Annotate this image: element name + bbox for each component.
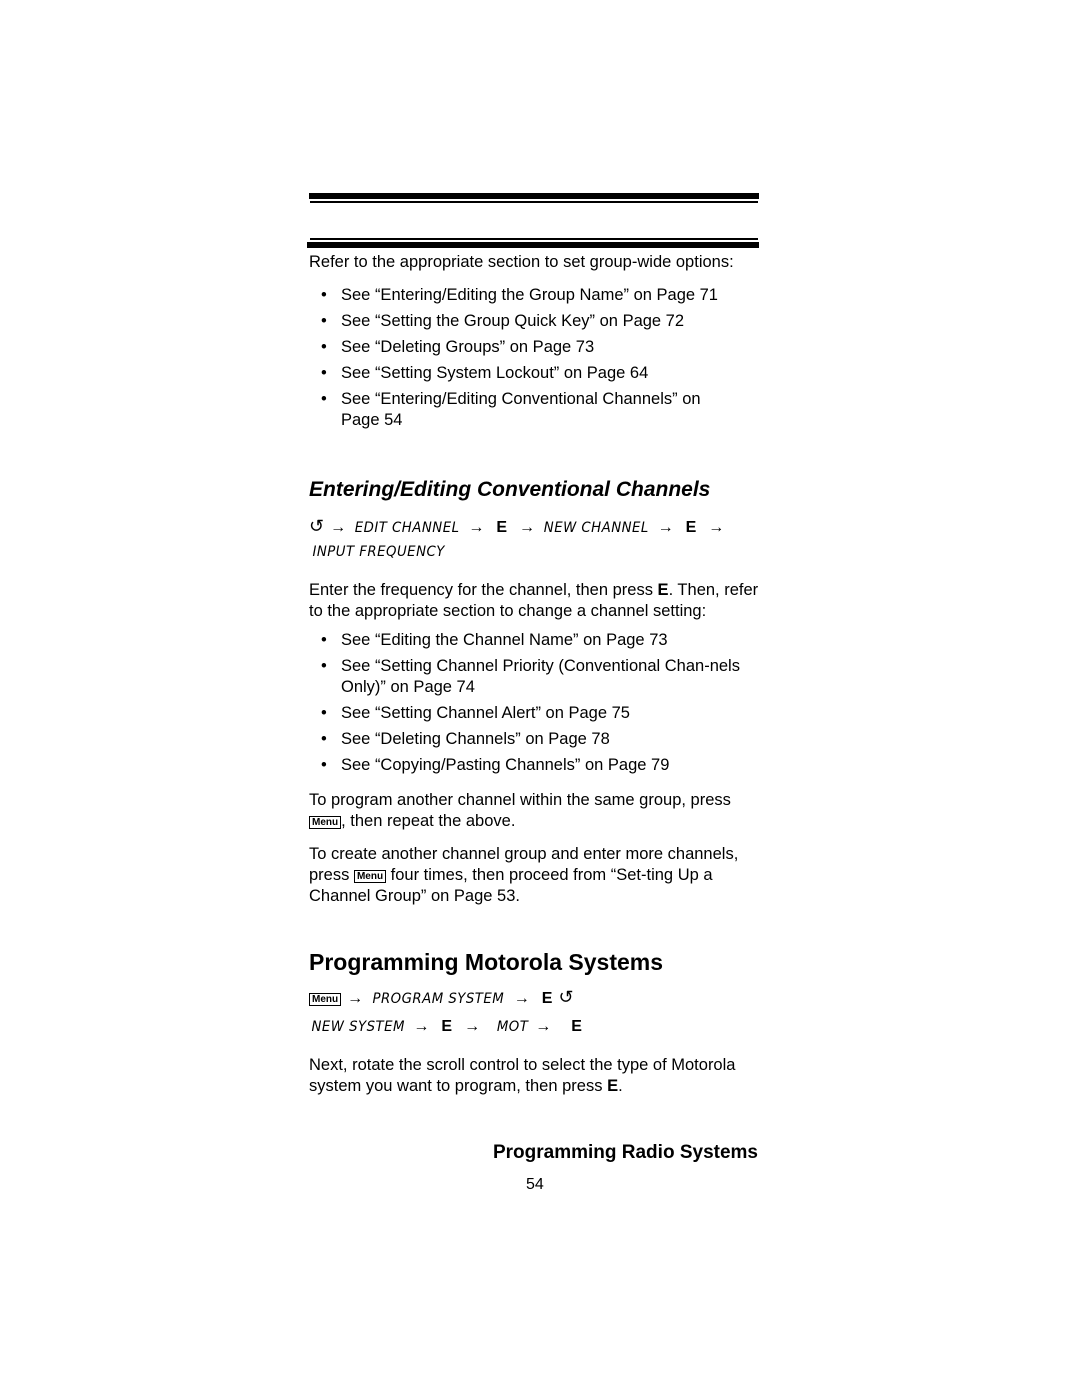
list-item: • See “Setting the Group Quick Key” on Pa…	[321, 312, 685, 330]
bullet-icon: •	[321, 657, 327, 675]
bullet-icon: •	[321, 286, 327, 304]
footer-chapter-title: Programming Radio Systems	[492, 1142, 758, 1163]
section-motorola-systems: Programming Motorola Systems Menu → PROGRA…	[309, 949, 759, 1097]
arrow-icon: →	[330, 519, 347, 536]
header-rule-thick	[309, 193, 759, 199]
list-item: • See “Setting System Lockout” on Page 64	[321, 364, 649, 382]
intro-text: Refer to the appropriate section to set …	[309, 253, 734, 271]
e-key: E	[685, 519, 697, 536]
arrow-icon: →	[657, 519, 674, 536]
e-key-inline: E	[657, 581, 669, 599]
intro-section: Refer to the appropriate section to set …	[309, 252, 759, 431]
arrow-icon: →	[347, 990, 364, 1007]
bullet-icon: •	[321, 756, 327, 774]
list-item: • See “Deleting Channels” on Page 78	[321, 730, 610, 748]
section-conventional-channels: Entering/Editing Conventional Channels ↺…	[309, 478, 759, 907]
list-item: • See “Deleting Groups” on Page 73	[321, 338, 595, 356]
channel-bullet-list: • See “Editing the Channel Name” on Page …	[309, 630, 759, 776]
section-body: Enter the frequency for the channel, the…	[309, 581, 759, 620]
paragraph-repeat: To program another channel within the sa…	[309, 791, 731, 830]
header-rule-thin	[310, 201, 758, 203]
section-heading: Entering/Editing Conventional Channels	[309, 478, 711, 501]
bullet-icon: •	[321, 631, 327, 649]
rotate-icon: ↺	[558, 987, 574, 1007]
bullet-icon: •	[321, 704, 327, 722]
arrow-icon: →	[464, 1018, 481, 1035]
lcd-step: NEW SYSTEM	[311, 1019, 405, 1035]
menu-key-icon: Menu	[309, 816, 342, 829]
lcd-step: MOT	[496, 1019, 529, 1035]
menu-key-icon: Menu	[309, 993, 342, 1006]
rotate-icon: ↺	[309, 516, 325, 536]
list-item: • See “Entering/Editing the Group Name” o…	[321, 286, 718, 304]
lcd-step: PROGRAM SYSTEM	[372, 991, 505, 1007]
e-key: E	[571, 1018, 582, 1035]
arrow-icon: →	[468, 519, 485, 536]
lcd-step: EDIT CHANNEL	[354, 520, 460, 536]
arrow-icon: →	[519, 519, 535, 536]
paragraph-new-group: To create another channel group and ente…	[309, 845, 739, 905]
list-item: • See “Setting Channel Priority (Conventi…	[321, 657, 740, 696]
arrow-icon: →	[535, 1018, 552, 1035]
intro-bullet-list: • See “Entering/Editing the Group Name” o…	[309, 285, 759, 431]
bullet-icon: •	[321, 364, 327, 382]
e-key: E	[541, 990, 553, 1007]
e-key-inline: E	[607, 1077, 619, 1095]
lcd-step: INPUT FREQUENCY	[312, 544, 445, 560]
arrow-icon: →	[708, 519, 725, 536]
key-sequence: Menu → PROGRAM SYSTEM → E ↺ NEW SYSTEM → E → MOT →…	[309, 984, 759, 1041]
section-heading: Programming Motorola Systems	[309, 949, 664, 975]
header-rule-thin-lower	[310, 238, 758, 240]
list-item: • See “Copying/Pasting Channels” on Page …	[321, 756, 670, 774]
header-rule-thick-lower	[307, 242, 759, 248]
bullet-icon: •	[321, 390, 327, 408]
list-item: • See “Editing the Channel Name” on Page …	[321, 631, 668, 649]
section-body: Next, rotate the scroll control to selec…	[309, 1056, 736, 1095]
arrow-icon: →	[513, 990, 530, 1007]
list-item: • See “Entering/Editing Conventional Chan…	[321, 390, 701, 429]
menu-key-icon: Menu	[353, 870, 387, 883]
list-item: • See “Setting Channel Alert” on Page 75	[321, 704, 630, 722]
e-key: E	[441, 1018, 453, 1035]
page-number: 54	[526, 1176, 544, 1193]
bullet-icon: •	[321, 312, 327, 330]
e-key: E	[496, 519, 507, 536]
arrow-icon: →	[413, 1018, 430, 1035]
key-sequence: ↺ → EDIT CHANNEL → E → NEW CHANNEL → E → INPUT FR…	[309, 514, 759, 564]
bullet-icon: •	[321, 730, 327, 748]
bullet-icon: •	[321, 338, 327, 356]
lcd-step: NEW CHANNEL	[543, 520, 649, 536]
